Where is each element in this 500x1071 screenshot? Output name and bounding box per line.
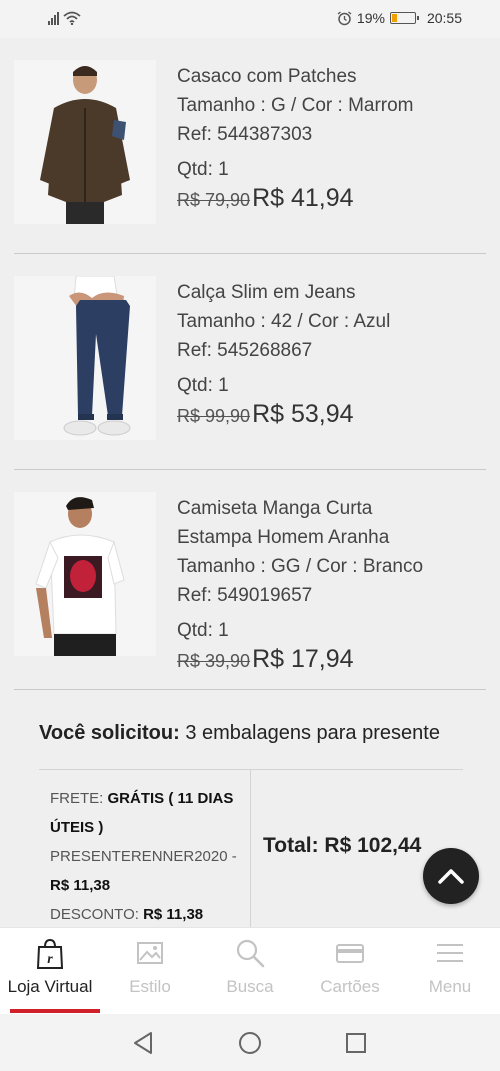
nav-label: Loja Virtual [7,977,93,996]
product-ref: Ref: 544387303 [177,124,313,145]
product-info: Calça Slim em Jeans Tamanho : 42 / Cor :… [177,278,477,431]
alarm-icon [337,10,352,25]
nav-label: Menu [428,977,472,996]
svg-text:r: r [47,952,53,967]
search-icon [236,939,265,968]
recents-icon[interactable] [345,1032,367,1054]
product-image[interactable] [14,60,156,224]
status-bar: 19% 20:55 [0,0,500,38]
nav-cartoes[interactable]: Cartões [300,928,400,1014]
product-info: Camiseta Manga Curta Estampa Homem Aranh… [177,494,477,676]
nav-loja-virtual[interactable]: r Loja Virtual [0,928,100,1014]
product-item[interactable]: Casaco com Patches Tamanho : G / Cor : M… [14,38,486,254]
order-total: Total: R$ 102,44 [263,834,422,857]
nav-label: Estilo [129,977,171,996]
discount-label: DESCONTO: [50,906,139,923]
product-qty: Qtd: 1 [177,375,229,396]
status-left [48,11,81,25]
product-name-line: Estampa Homem Aranha [177,527,390,548]
product-info: Casaco com Patches Tamanho : G / Cor : M… [177,62,477,215]
shipping-line: FRETE: GRÁTIS ( 11 DIAS ÚTEIS ) [50,784,245,842]
nav-label: Cartões [320,977,380,996]
nav-busca[interactable]: Busca [200,928,300,1014]
gift-wrap-summary: Você solicitou: 3 embalagens para presen… [39,722,440,745]
shopping-bag-icon: r [36,938,64,969]
shipping-label: FRETE: [50,790,104,807]
price-row: R$ 79,90 R$ 41,94 [177,184,477,215]
wifi-icon [63,11,81,25]
gift-label: Você solicitou: [39,722,180,744]
coupon-label: PRESENTERENNER2020 - [50,848,237,865]
price-row: R$ 39,90 R$ 17,94 [177,645,477,676]
product-name[interactable]: Casaco com Patches [177,62,477,91]
product-name[interactable]: Camiseta Manga Curta Estampa Homem Aranh… [177,494,477,552]
nav-menu[interactable]: Menu [400,928,500,1014]
product-ref: Ref: 549019657 [177,585,313,606]
active-indicator [10,1009,100,1013]
current-price: R$ 17,94 [252,645,354,673]
card-icon [336,944,364,963]
back-icon[interactable] [132,1031,154,1055]
coupon-line: PRESENTERENNER2020 - R$ 11,38 [50,842,245,900]
product-item[interactable]: Calça Slim em Jeans Tamanho : 42 / Cor :… [14,254,486,470]
product-image[interactable] [14,276,156,440]
current-price: R$ 53,94 [252,400,354,428]
price-row: R$ 99,90 R$ 53,94 [177,400,477,431]
product-name-line: Camiseta Manga Curta [177,498,373,519]
current-price: R$ 41,94 [252,184,354,212]
hamburger-icon [437,944,463,962]
product-attributes: Tamanho : 42 / Cor : Azul [177,311,391,332]
discount-value: R$ 11,38 [143,906,204,923]
system-navigation-bar [0,1014,500,1071]
product-item[interactable]: Camiseta Manga Curta Estampa Homem Aranh… [14,470,486,690]
product-ref: Ref: 545268867 [177,340,313,361]
battery-icon [389,12,419,24]
battery-percent: 19% [356,10,385,26]
summary-divider [250,770,251,928]
bottom-navigation: r Loja Virtual Estilo Busca Cartões Menu [0,927,500,1014]
summary-details: FRETE: GRÁTIS ( 11 DIAS ÚTEIS ) PRESENTE… [50,784,245,929]
status-right: 19% 20:55 [337,10,462,26]
product-qty: Qtd: 1 [177,159,229,180]
clock: 20:55 [426,10,462,26]
old-price: R$ 79,90 [177,190,251,210]
nav-estilo[interactable]: Estilo [100,928,200,1014]
gift-text: 3 embalagens para presente [179,722,440,744]
home-icon[interactable] [238,1031,262,1055]
nav-label: Busca [226,977,274,996]
order-summary: FRETE: GRÁTIS ( 11 DIAS ÚTEIS ) PRESENTE… [39,769,463,929]
old-price: R$ 99,90 [177,406,251,426]
product-attributes: Tamanho : G / Cor : Marrom [177,95,414,116]
coupon-value: R$ 11,38 [50,877,111,894]
old-price: R$ 39,90 [177,651,251,671]
signal-icon [48,11,59,25]
scroll-top-button[interactable] [423,848,479,904]
image-icon [137,942,163,964]
chevron-up-icon [438,869,464,884]
product-qty: Qtd: 1 [177,620,229,641]
discount-line: DESCONTO: R$ 11,38 [50,900,245,929]
product-name[interactable]: Calça Slim em Jeans [177,278,477,307]
product-attributes: Tamanho : GG / Cor : Branco [177,556,424,577]
product-image[interactable] [14,492,156,656]
